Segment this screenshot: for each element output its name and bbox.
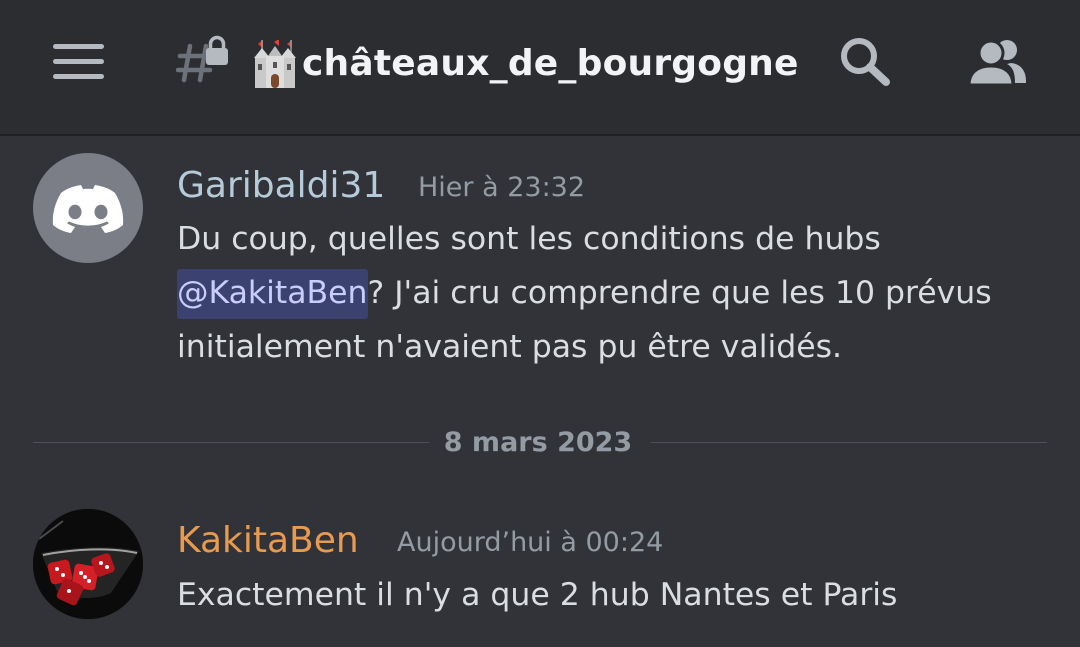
avatar[interactable] bbox=[33, 153, 143, 263]
search-icon[interactable] bbox=[838, 36, 892, 88]
message-line: @KakitaBen? J'ai cru comprendre que les … bbox=[177, 266, 1057, 320]
members-icon[interactable] bbox=[967, 37, 1027, 87]
message-timestamp: Aujourd’hui à 00:24 bbox=[397, 527, 664, 558]
hash-lock-icon bbox=[175, 34, 232, 84]
divider-date: 8 mars 2023 bbox=[443, 427, 633, 458]
hamburger-menu-icon[interactable] bbox=[53, 44, 104, 80]
user-mention[interactable]: @KakitaBen bbox=[177, 269, 368, 319]
message-line-text: ? J'ai cru comprendre que les 10 prévus bbox=[367, 275, 992, 311]
channel-header: château­x_de_bourgogne bbox=[0, 0, 1080, 136]
message-author[interactable]: KakitaBen bbox=[177, 519, 359, 563]
discord-logo-icon bbox=[52, 185, 124, 233]
avatar[interactable] bbox=[33, 509, 143, 619]
dice-glass-avatar bbox=[33, 509, 143, 619]
message-content: Exactement il n'y a que 2 hub Nantes et … bbox=[177, 577, 898, 613]
castle-emoji bbox=[250, 39, 300, 88]
message-line: initialement n'avaient pas pu être valid… bbox=[177, 329, 843, 365]
message-content: Du coup, quelles sont les conditions de … bbox=[177, 212, 1057, 374]
message-line: Du coup, quelles sont les conditions de … bbox=[177, 221, 881, 257]
message-timestamp: Hier à 23:32 bbox=[418, 172, 586, 203]
message-author[interactable]: Garibaldi31 bbox=[177, 164, 385, 208]
channel-title: château­x_de_bourgogne bbox=[302, 43, 799, 84]
date-divider: 8 mars 2023 bbox=[33, 419, 1047, 469]
